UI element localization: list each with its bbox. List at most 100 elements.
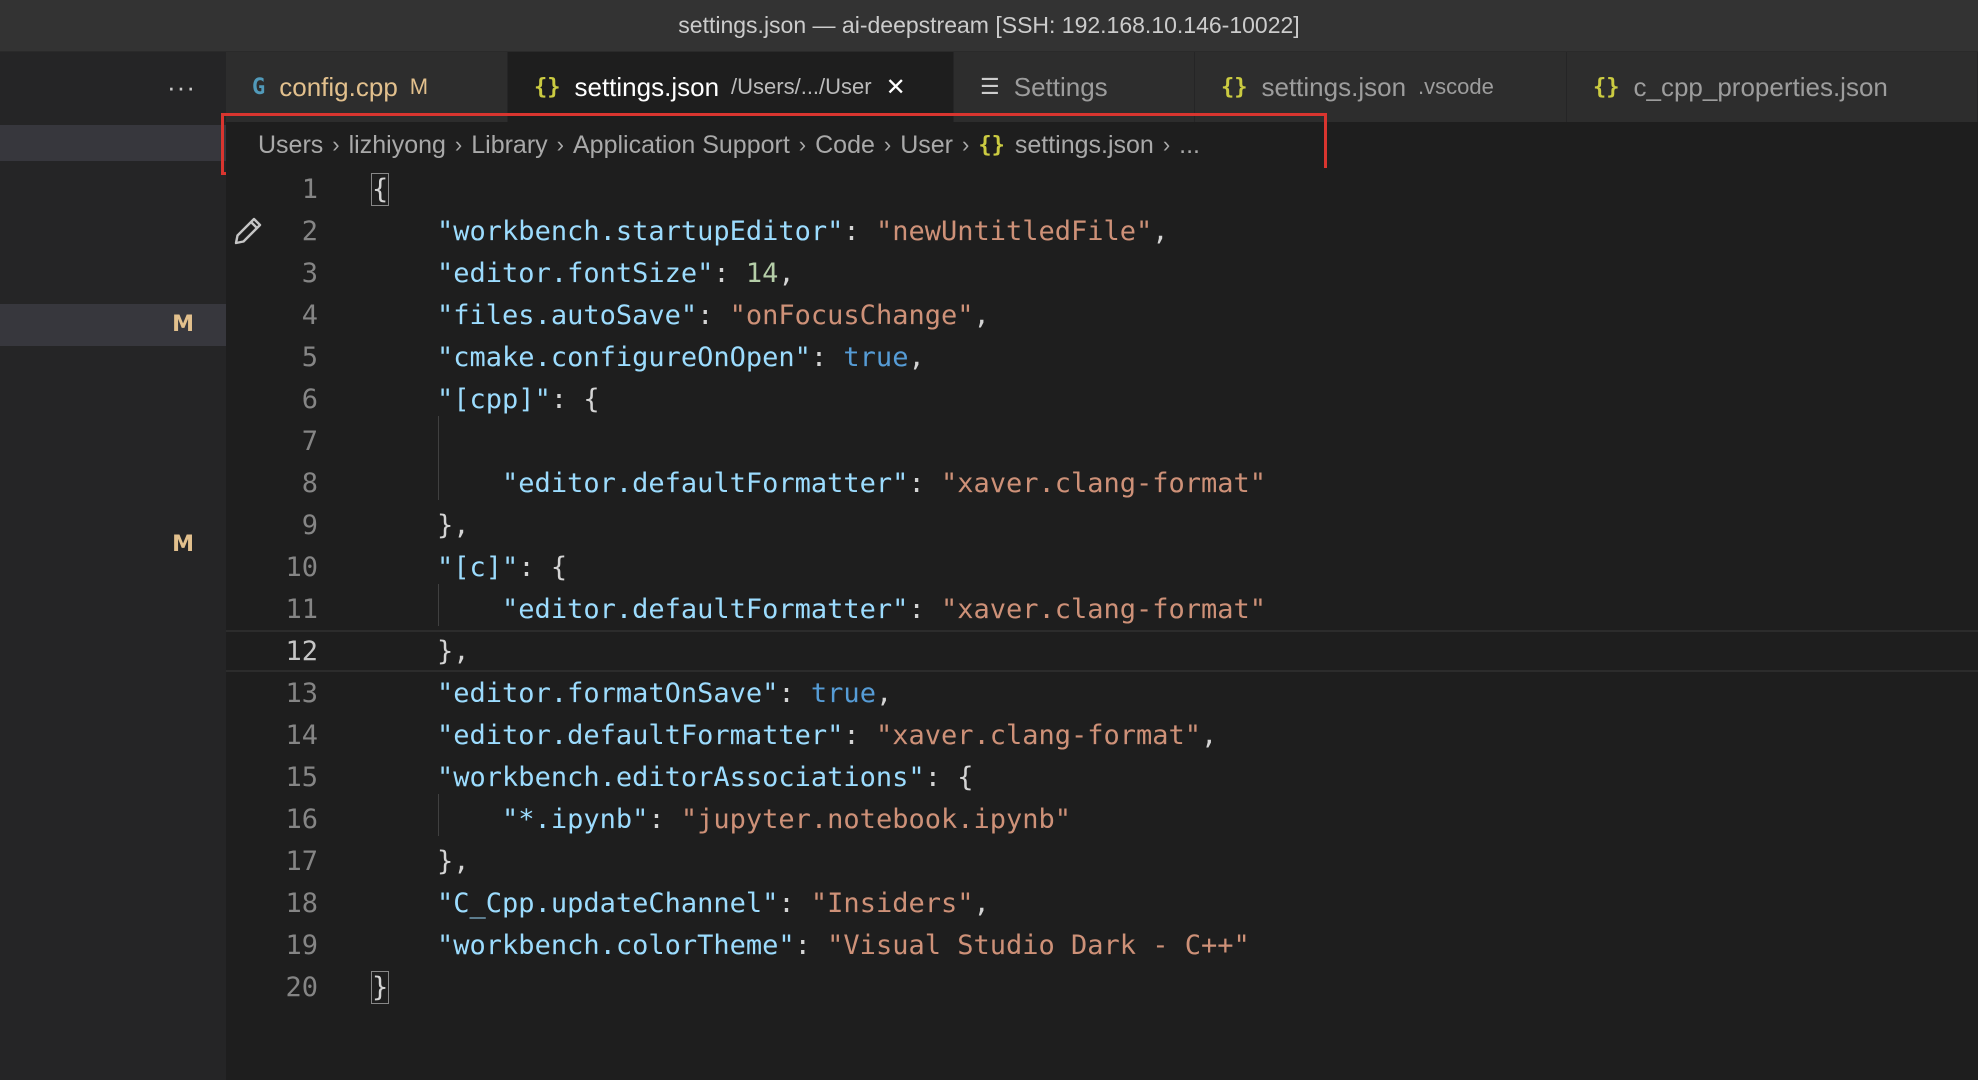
sidebar-search-row[interactable] <box>0 125 226 161</box>
code-token: "[c]" <box>437 551 519 583</box>
line-number: 14 <box>285 719 318 751</box>
more-actions-icon[interactable]: ··· <box>167 72 196 103</box>
code-token: "xaver.clang-format" <box>940 467 1267 499</box>
code-line[interactable]: 17 }, <box>226 840 1978 882</box>
line-number: 13 <box>285 677 318 709</box>
breadcrumb: Users › lizhiyong › Library › Applicatio… <box>226 122 1978 168</box>
line-number: 15 <box>285 761 318 793</box>
code-token: : <box>794 929 828 961</box>
code-line[interactable]: 20} <box>226 966 1978 1008</box>
line-number: 2 <box>301 215 318 247</box>
line-number: 12 <box>285 635 318 667</box>
code-token: "editor.fontSize" <box>437 257 714 289</box>
code-line[interactable]: 2 "workbench.startupEditor": "newUntitle… <box>226 210 1978 252</box>
code-line[interactable]: 4 "files.autoSave": "onFocusChange", <box>226 294 1978 336</box>
code-text: "editor.defaultFormatter": "xaver.clang-… <box>372 720 1217 751</box>
code-token: : <box>648 803 681 835</box>
code-line[interactable]: 7 <box>226 420 1978 462</box>
breadcrumb-item-library[interactable]: Library <box>471 131 547 160</box>
sidebar-file-row-selected[interactable]: M <box>0 304 226 346</box>
code-editor[interactable]: 1{2 "workbench.startupEditor": "newUntit… <box>226 168 1978 1080</box>
code-token: , <box>973 299 990 331</box>
code-line[interactable]: 13 "editor.formatOnSave": true, <box>226 672 1978 714</box>
code-line[interactable]: 1{ <box>226 168 1978 210</box>
code-text: { <box>370 172 390 206</box>
code-token: "Insiders" <box>810 887 974 919</box>
code-line[interactable]: 12 }, <box>226 630 1978 672</box>
chevron-right-icon: › <box>332 132 340 157</box>
code-line[interactable]: 3 "editor.fontSize": 14, <box>226 252 1978 294</box>
code-token: "editor.defaultFormatter" <box>437 719 844 751</box>
code-token: : <box>778 677 811 709</box>
breadcrumb-item-code[interactable]: Code <box>815 131 875 160</box>
code-token: true <box>810 677 876 709</box>
code-line[interactable]: 18 "C_Cpp.updateChannel": "Insiders", <box>226 882 1978 924</box>
code-line[interactable]: 10 "[c]": { <box>226 546 1978 588</box>
breadcrumb-item-user[interactable]: User <box>900 131 953 160</box>
chevron-right-icon: › <box>883 132 892 157</box>
code-line[interactable]: 11 "editor.defaultFormatter": "xaver.cla… <box>226 588 1978 630</box>
line-number: 8 <box>301 467 318 499</box>
code-text: } <box>370 970 390 1004</box>
code-text: "workbench.colorTheme": "Visual Studio D… <box>372 930 1250 961</box>
code-token: "*.ipynb" <box>502 803 649 835</box>
code-token: : <box>713 257 746 289</box>
code-line[interactable]: 6 "[cpp]": { <box>226 378 1978 420</box>
tab-settings[interactable]: ☰ Settings <box>954 52 1195 122</box>
code-token: "xaver.clang-format" <box>940 593 1267 625</box>
code-token: "files.autoSave" <box>437 299 698 331</box>
code-token: : <box>810 341 844 373</box>
code-line[interactable]: 14 "editor.defaultFormatter": "xaver.cla… <box>226 714 1978 756</box>
breadcrumb-item-lizhiyong[interactable]: lizhiyong <box>349 131 446 160</box>
code-line[interactable]: 9 }, <box>226 504 1978 546</box>
code-token: , <box>778 257 795 289</box>
line-number: 4 <box>301 299 318 331</box>
breadcrumb-item-application-support[interactable]: Application Support <box>573 131 790 160</box>
tab-label: Settings <box>1013 71 1108 102</box>
tab-modified-indicator: M <box>409 74 429 99</box>
tab-config-cpp[interactable]: G config.cpp M <box>226 52 508 122</box>
code-token: "editor.defaultFormatter" <box>502 593 909 625</box>
code-line[interactable]: 15 "workbench.editorAssociations": { <box>226 756 1978 798</box>
code-line[interactable]: 8 "editor.defaultFormatter": "xaver.clan… <box>226 462 1978 504</box>
code-text: "workbench.startupEditor": "newUntitledF… <box>372 216 1169 247</box>
tab-c-cpp-properties-json[interactable]: {} c_cpp_properties.json <box>1567 52 1978 122</box>
tab-settings-json-user[interactable]: {} settings.json /Users/.../User ✕ <box>508 52 954 122</box>
modified-badge: M <box>172 532 194 557</box>
code-text: "cmake.configureOnOpen": true, <box>372 342 925 373</box>
line-number: 16 <box>285 803 318 835</box>
breadcrumb-item-settings-json[interactable]: settings.json <box>1015 131 1154 160</box>
code-text: "editor.fontSize": 14, <box>372 258 795 289</box>
code-token: 14 <box>745 257 779 289</box>
json-file-icon: {} <box>1221 74 1248 100</box>
sidebar-file-row[interactable]: M <box>0 524 226 566</box>
code-line[interactable]: 16 "*.ipynb": "jupyter.notebook.ipynb" <box>226 798 1978 840</box>
close-icon[interactable]: ✕ <box>886 73 906 102</box>
breadcrumb-item-users[interactable]: Users <box>258 131 323 160</box>
code-token: "xaver.clang-format" <box>875 719 1202 751</box>
code-token: , <box>1201 719 1218 751</box>
code-line[interactable]: 19 "workbench.colorTheme": "Visual Studi… <box>226 924 1978 966</box>
code-token: : { <box>924 761 974 793</box>
code-token: "jupyter.notebook.ipynb" <box>680 803 1072 835</box>
code-text: "editor.defaultFormatter": "xaver.clang-… <box>372 594 1266 625</box>
breadcrumb-item-symbols[interactable]: ... <box>1179 131 1200 160</box>
modified-badge: M <box>172 312 194 337</box>
code-token: : <box>778 887 811 919</box>
code-text: }, <box>372 636 470 667</box>
code-text: "editor.defaultFormatter": "xaver.clang-… <box>372 468 1266 499</box>
code-token: : <box>697 299 730 331</box>
tab-settings-json-vscode[interactable]: {} settings.json .vscode <box>1195 52 1567 122</box>
line-number: 5 <box>301 341 318 373</box>
line-number: 9 <box>301 509 318 541</box>
code-line[interactable]: 5 "cmake.configureOnOpen": true, <box>226 336 1978 378</box>
